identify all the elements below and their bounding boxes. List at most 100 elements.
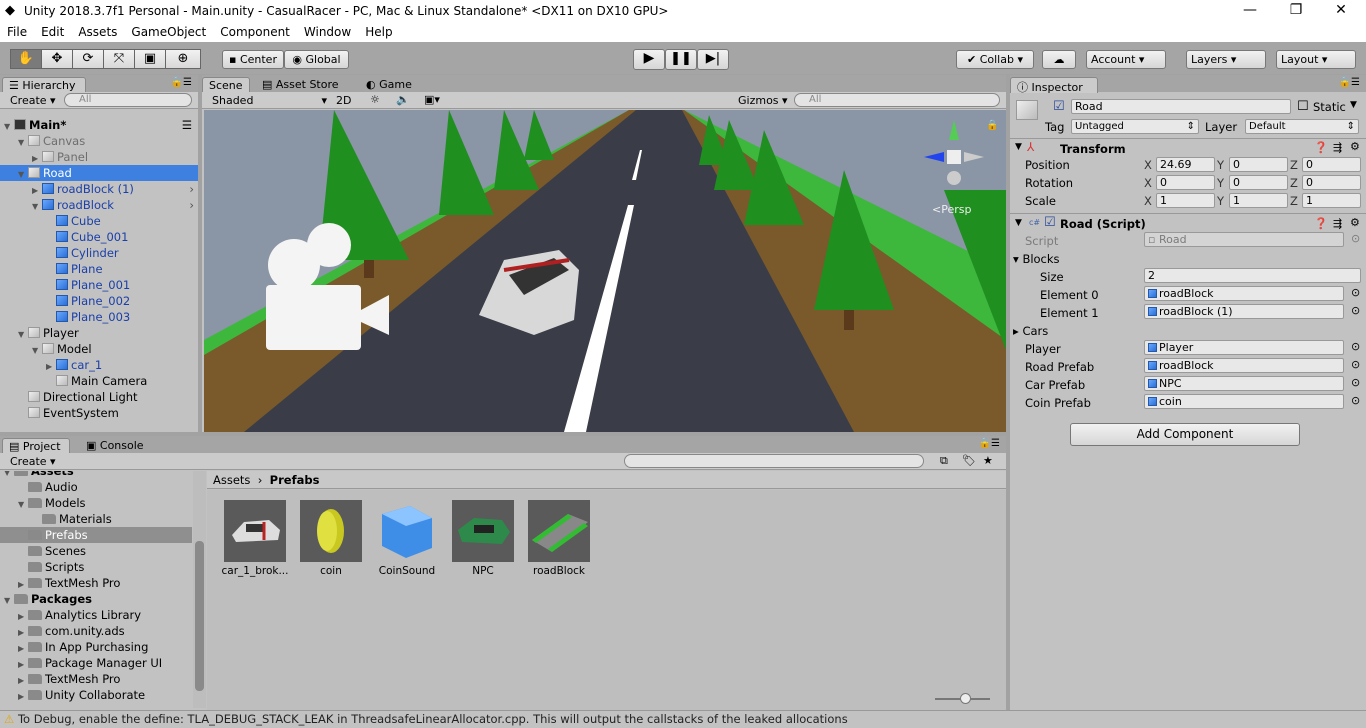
asset-label[interactable]: CoinSound: [369, 565, 445, 577]
object-picker-icon[interactable]: ⊙: [1351, 304, 1360, 317]
gizmos-dropdown[interactable]: Gizmos ▾: [738, 94, 788, 107]
tab-hierarchy[interactable]: ☰ Hierarchy: [2, 77, 86, 93]
transform-x-field[interactable]: 0: [1156, 175, 1215, 190]
script-foldout[interactable]: ▼: [1015, 218, 1022, 228]
gear-icon[interactable]: ⚙: [1350, 216, 1360, 229]
asset-label[interactable]: car_1_brok...: [217, 565, 293, 577]
rotate-tool-icon[interactable]: ⟳: [72, 49, 104, 69]
reference-field[interactable]: roadBlock: [1144, 358, 1344, 373]
folder-item[interactable]: ▼ Models: [0, 495, 192, 511]
tab-console[interactable]: ▣ Console: [80, 438, 150, 454]
prefab-chevron-icon[interactable]: ›: [189, 197, 194, 213]
folder-item[interactable]: ▶ Package Manager UI: [0, 655, 192, 671]
folder-item[interactable]: Prefabs: [0, 527, 192, 543]
folder-item[interactable]: ▶ In App Purchasing: [0, 639, 192, 655]
asset-label[interactable]: NPC: [445, 565, 521, 577]
folder-item[interactable]: ▶ TextMesh Pro: [0, 575, 192, 591]
transform-y-field[interactable]: 1: [1229, 193, 1288, 208]
object-name-field[interactable]: Road: [1071, 99, 1291, 114]
step-button[interactable]: ▶|: [697, 49, 729, 70]
scene-search-input[interactable]: All: [794, 93, 1000, 107]
folder-item[interactable]: ▶ Unity Collaborate: [0, 687, 192, 703]
transform-z-field[interactable]: 1: [1302, 193, 1361, 208]
hierarchy-item[interactable]: ▼ Player: [0, 325, 198, 341]
breadcrumb-prefabs[interactable]: Prefabs: [270, 473, 320, 487]
filter-label-icon[interactable]: 🏷: [962, 454, 976, 467]
static-dropdown[interactable]: ▼: [1350, 100, 1357, 110]
menu-assets[interactable]: Assets: [71, 22, 124, 42]
hierarchy-search-input[interactable]: All: [64, 93, 192, 107]
gear-icon[interactable]: ⚙: [1350, 140, 1360, 153]
cloud-icon[interactable]: ☁: [1042, 50, 1076, 69]
scene-menu-icon[interactable]: ☰: [182, 117, 192, 133]
object-picker-icon[interactable]: ⊙: [1351, 340, 1360, 353]
folder-item[interactable]: Scripts: [0, 559, 192, 575]
hierarchy-item[interactable]: Cube_001: [0, 229, 198, 245]
lock-icon[interactable]: 🔒: [986, 119, 998, 131]
close-button[interactable]: ✕: [1326, 2, 1356, 18]
hierarchy-item[interactable]: ▼ Main* ☰: [0, 117, 198, 133]
object-picker-icon[interactable]: ⊙: [1351, 286, 1360, 299]
transform-z-field[interactable]: 0: [1302, 157, 1361, 172]
transform-foldout[interactable]: ▼: [1015, 142, 1022, 152]
reference-field[interactable]: Player: [1144, 340, 1344, 355]
lock-menu-icon[interactable]: 🔒☰: [979, 438, 1000, 449]
tab-asset-store[interactable]: ▤ Asset Store: [256, 77, 345, 93]
pause-button[interactable]: ❚❚: [665, 49, 697, 70]
folder-item[interactable]: Materials: [0, 511, 192, 527]
folder-item[interactable]: Scenes: [0, 543, 192, 559]
create-dropdown[interactable]: Create ▾: [10, 94, 56, 107]
lock-menu-icon[interactable]: 🔒☰: [1339, 77, 1360, 88]
element-field[interactable]: roadBlock (1): [1144, 304, 1344, 319]
preset-icon[interactable]: ⇶: [1333, 141, 1342, 154]
play-button[interactable]: ▶: [633, 49, 665, 70]
cube-thumbnail[interactable]: [376, 500, 438, 562]
folder-tree-scrollbar[interactable]: [193, 471, 206, 708]
tab-inspector[interactable]: ⓘ Inspector: [1010, 77, 1098, 94]
hierarchy-item[interactable]: ▶ car_1: [0, 357, 198, 373]
hierarchy-item[interactable]: Plane: [0, 261, 198, 277]
element-field[interactable]: roadBlock: [1144, 286, 1344, 301]
hierarchy-item[interactable]: Directional Light: [0, 389, 198, 405]
lighting-icon[interactable]: ☼: [370, 93, 380, 106]
folder-arrow-icon[interactable]: ▶: [18, 689, 28, 705]
active-checkbox[interactable]: ☑: [1053, 99, 1065, 114]
hierarchy-item[interactable]: Cube: [0, 213, 198, 229]
prefab-chevron-icon[interactable]: ›: [189, 181, 194, 197]
favorite-icon[interactable]: ★: [983, 454, 993, 467]
effects-icon[interactable]: ▣▾: [424, 93, 440, 106]
hierarchy-item[interactable]: ▼ Road: [0, 165, 198, 181]
collab-button[interactable]: ✔ Collab ▾: [956, 50, 1034, 69]
layout-dropdown[interactable]: Layout ▾: [1276, 50, 1356, 69]
hierarchy-item[interactable]: Plane_002: [0, 293, 198, 309]
folder-item[interactable]: ▶ Analytics Library: [0, 607, 192, 623]
tab-scene[interactable]: Scene: [202, 77, 250, 93]
car-thumbnail[interactable]: [224, 500, 286, 562]
cars-foldout[interactable]: ▸ Cars: [1013, 324, 1048, 338]
folder-item[interactable]: Audio: [0, 479, 192, 495]
layer-dropdown[interactable]: Default ⇕: [1245, 119, 1359, 134]
perspective-label[interactable]: <Persp: [932, 203, 971, 216]
hierarchy-item[interactable]: Plane_001: [0, 277, 198, 293]
folder-item[interactable]: ▶ com.unity.ads: [0, 623, 192, 639]
coin-thumbnail[interactable]: [300, 500, 362, 562]
object-picker-icon[interactable]: ⊙: [1351, 394, 1360, 407]
help-icon[interactable]: ❓: [1314, 217, 1328, 230]
blocks-foldout[interactable]: ▾ Blocks: [1013, 252, 1060, 266]
scale-tool-icon[interactable]: ⤧: [103, 49, 135, 69]
move-tool-icon[interactable]: ✥: [41, 49, 73, 69]
folder-item[interactable]: ▼ Assets: [0, 471, 192, 479]
shading-dropdown[interactable]: Shaded ▾: [212, 94, 327, 107]
hierarchy-item[interactable]: ▶ roadBlock (1) ›: [0, 181, 198, 197]
folder-item[interactable]: ▶ TextMesh Pro: [0, 671, 192, 687]
maximize-button[interactable]: ❐: [1281, 2, 1311, 18]
transform-y-field[interactable]: 0: [1229, 157, 1288, 172]
menu-help[interactable]: Help: [358, 22, 399, 42]
object-picker-icon[interactable]: ⊙: [1351, 376, 1360, 389]
project-search-input[interactable]: [624, 454, 924, 468]
preset-icon[interactable]: ⇶: [1333, 217, 1342, 230]
static-checkbox[interactable]: ☐: [1297, 99, 1309, 114]
transform-tool-icon[interactable]: ⊕: [165, 49, 201, 69]
tab-project[interactable]: ▤ Project: [2, 438, 70, 454]
hand-tool-icon[interactable]: ✋: [10, 49, 42, 69]
